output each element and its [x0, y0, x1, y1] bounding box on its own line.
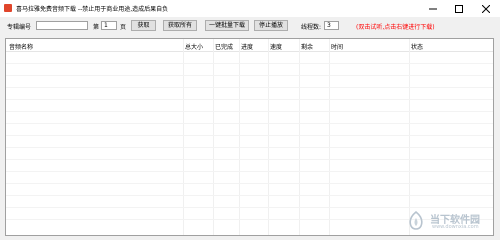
threads-input[interactable]: [324, 21, 339, 30]
app-window: 喜马拉雅免费音频下载 --禁止用于商业用途,造成后果自负 专辑编号 第 页 获取…: [0, 0, 500, 240]
watermark: 当下软件园 www.downxia.com: [406, 208, 492, 234]
grid-line: [6, 171, 493, 172]
album-id-label: 专辑编号: [7, 24, 32, 31]
stop-play-button[interactable]: 停止播放: [254, 20, 288, 31]
column-divider: [299, 39, 300, 235]
page-number-input[interactable]: [101, 21, 117, 30]
page-prefix-label: 第: [93, 24, 100, 31]
column-divider: [409, 39, 410, 235]
grid-line: [6, 63, 493, 64]
minimize-button[interactable]: [420, 0, 446, 17]
close-icon: [482, 4, 490, 13]
grid-line: [6, 135, 493, 136]
watermark-url: www.downxia.com: [432, 224, 479, 230]
column-divider: [329, 39, 330, 235]
grid-line: [6, 87, 493, 88]
maximize-button[interactable]: [446, 0, 472, 17]
album-id-input[interactable]: [36, 21, 88, 30]
minimize-icon: [429, 8, 437, 9]
page-suffix-label: 页: [120, 24, 127, 31]
column-divider: [239, 39, 240, 235]
column-header-remaining[interactable]: 剩余: [301, 42, 313, 51]
maximize-icon: [455, 4, 463, 13]
fetch-button[interactable]: 获取: [131, 20, 156, 31]
list-header: 音频名称 总大小 已完成 进度 速度 剩余 时间 状态: [6, 39, 493, 52]
column-header-status[interactable]: 状态: [411, 42, 423, 51]
column-divider: [213, 39, 214, 235]
column-header-done[interactable]: 已完成: [215, 42, 233, 51]
app-icon: [4, 4, 12, 12]
column-divider: [268, 39, 269, 235]
grid-line: [6, 111, 493, 112]
grid-line: [6, 147, 493, 148]
grid-line: [6, 183, 493, 184]
audio-list[interactable]: 音频名称 总大小 已完成 进度 速度 剩余 时间 状态: [5, 38, 494, 236]
column-header-time[interactable]: 时间: [331, 42, 343, 51]
grid-line: [6, 99, 493, 100]
watermark-logo-icon: [409, 211, 423, 230]
grid-line: [6, 75, 493, 76]
title-bar: 喜马拉雅免费音频下载 --禁止用于商业用途,造成后果自负: [0, 0, 500, 17]
column-divider: [183, 39, 184, 235]
usage-hint: (双击试听,点击右键进行下载): [356, 24, 435, 31]
threads-label: 线程数:: [301, 24, 322, 31]
batch-download-button[interactable]: 一键批量下载: [205, 20, 249, 31]
fetch-all-button[interactable]: 获取所有: [163, 20, 197, 31]
column-header-progress[interactable]: 进度: [241, 42, 253, 51]
column-header-size[interactable]: 总大小: [185, 42, 203, 51]
window-title: 喜马拉雅免费音频下载 --禁止用于商业用途,造成后果自负: [16, 6, 169, 13]
grid-line: [6, 123, 493, 124]
column-header-name[interactable]: 音频名称: [9, 42, 33, 51]
grid-line: [6, 159, 493, 160]
toolbar: 专辑编号 第 页 获取 获取所有 一键批量下载 停止播放 线程数: (双击试听,…: [0, 17, 500, 37]
column-header-speed[interactable]: 速度: [270, 42, 282, 51]
close-button[interactable]: [472, 0, 500, 17]
grid-line: [6, 195, 493, 196]
